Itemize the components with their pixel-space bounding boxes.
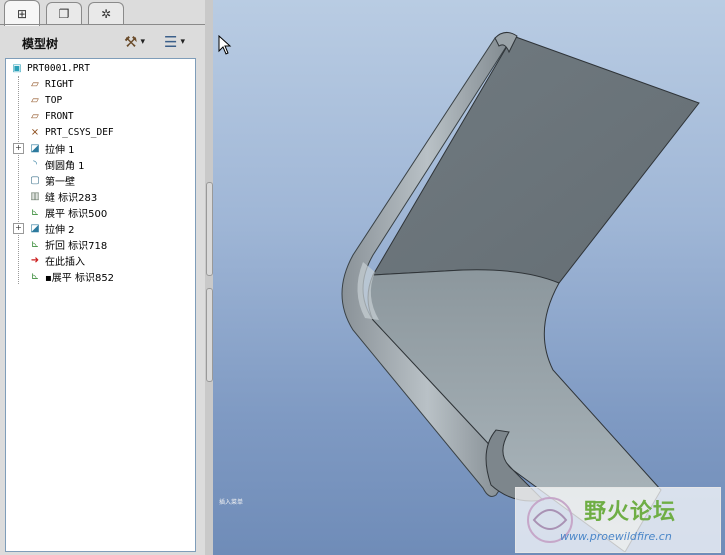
graphics-viewport[interactable]: 插入菜单 野火论坛 www.proewildfire.cn (213, 0, 725, 555)
watermark-url: www.proewildfire.cn (560, 530, 672, 543)
tree-item-label: ▪展平 标识852 (45, 272, 115, 284)
round-icon: ◝ (33, 158, 37, 170)
unbend-icon: ⊾ (30, 270, 40, 282)
tree-guide-line (18, 76, 19, 284)
tab-favorites[interactable]: ✲ (88, 2, 124, 25)
panel-title: 模型树 (22, 37, 59, 51)
tree-item[interactable]: ➜ 在此插入 (28, 252, 85, 268)
tree-item[interactable]: ▱ RIGHT (28, 76, 74, 92)
tree-item-label: 折回 标识718 (45, 240, 108, 252)
favorites-icon: ✲ (100, 7, 112, 21)
tree-item-label: TOP (45, 94, 63, 106)
tree-item[interactable]: ▱ FRONT (28, 108, 74, 124)
datum-plane-icon: ▱ (31, 94, 39, 106)
tab-divider (0, 24, 205, 25)
tab-folder-browser[interactable]: ❐ (46, 2, 82, 25)
rip-icon: ▥ (30, 190, 40, 202)
extrude-icon: ◪ (30, 142, 40, 154)
list-icon: ☰ (164, 33, 178, 51)
unbend-icon: ⊾ (30, 206, 40, 218)
tools-icon: ⚒ (124, 33, 138, 51)
tree-item[interactable]: ▱ TOP (28, 92, 62, 108)
tree-item-label: RIGHT (45, 78, 74, 90)
tree-item[interactable]: ▣ PRT0001.PRT (10, 60, 90, 76)
tab-model-tree[interactable]: ⊞ (4, 0, 40, 26)
datum-plane-icon: ▱ (31, 110, 39, 122)
tree-item[interactable]: ▥ 缝 标识283 (28, 188, 97, 204)
tree-item[interactable]: ⊾ 折回 标识718 (28, 236, 107, 252)
viewport-status-text: 插入菜单 (219, 499, 244, 506)
navigator-tabs: ⊞ ❐ ✲ (0, 0, 205, 26)
tree-item-label: 拉伸 2 (45, 224, 75, 236)
tree-item-label: 倒圆角 1 (45, 160, 85, 172)
watermark-title: 野火论坛 (584, 500, 677, 525)
part-icon: ▣ (12, 62, 22, 74)
tree-item-label: 展平 标识500 (45, 208, 108, 220)
tree-item[interactable]: ▢ 第一壁 (28, 172, 75, 188)
model-tree-header: 模型树 ⚒ ▾ ☰ ▾ (0, 27, 205, 57)
tree-item[interactable]: ◝ 倒圆角 1 (28, 156, 85, 172)
expand-toggle[interactable]: + (13, 223, 24, 234)
tree-item[interactable]: ◪ 拉伸 2 (28, 220, 75, 236)
datum-plane-icon: ▱ (31, 78, 39, 90)
insert-here-icon: ➜ (30, 254, 40, 266)
splitter-grip[interactable] (206, 288, 213, 382)
model-tree-icon: ⊞ (16, 6, 28, 21)
tree-item-label: 第一壁 (45, 176, 75, 188)
coordinate-system-icon: ⨯ (30, 126, 40, 138)
bend-back-icon: ⊾ (30, 238, 40, 250)
tree-item-label: 在此插入 (45, 256, 85, 268)
tree-item[interactable]: ◪ 拉伸 1 (28, 140, 75, 156)
model-tree: ▣ PRT0001.PRT ▱ RIGHT ▱ TOP ▱ FRONT ⨯ PRT_CSYS_DE… (5, 58, 196, 552)
tree-item-label: FRONT (45, 110, 74, 122)
navigator-panel: ⊞ ❐ ✲ 模型树 ⚒ ▾ ☰ ▾ ▣ PRT0001.PRT ▱ RIGHT ▱ TOP… (0, 0, 205, 555)
tree-item-label: PRT_CSYS_DEF (45, 126, 114, 138)
splitter-grip[interactable] (206, 182, 213, 276)
folder-icon: ❐ (58, 7, 70, 21)
chevron-down-icon: ▾ (180, 37, 185, 47)
part-model (341, 32, 700, 553)
tree-item-label: 缝 标识283 (45, 192, 98, 204)
panel-splitter[interactable] (205, 0, 213, 555)
chevron-down-icon: ▾ (140, 37, 145, 47)
tree-item[interactable]: ⨯ PRT_CSYS_DEF (28, 124, 114, 140)
mouse-cursor-icon (218, 35, 232, 55)
extrude-icon: ◪ (30, 222, 40, 234)
settings-menu-button[interactable]: ⚒ ▾ (124, 31, 145, 53)
tree-item[interactable]: ⊾ ▪展平 标识852 (28, 268, 114, 284)
tree-item-label: 拉伸 1 (45, 144, 75, 156)
show-menu-button[interactable]: ☰ ▾ (164, 31, 185, 53)
watermark: 野火论坛 www.proewildfire.cn (515, 487, 721, 553)
expand-toggle[interactable]: + (13, 143, 24, 154)
tree-item[interactable]: ⊾ 展平 标识500 (28, 204, 107, 220)
tree-item-label: PRT0001.PRT (27, 62, 90, 74)
wall-icon: ▢ (30, 174, 40, 186)
